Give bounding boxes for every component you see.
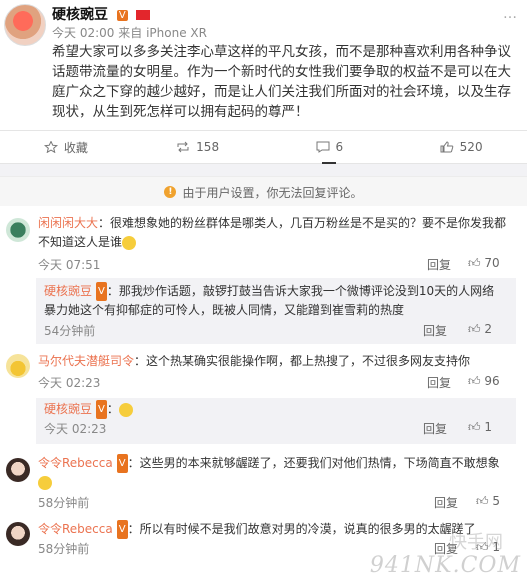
site-watermark: 941NK.COM bbox=[369, 553, 521, 578]
post-source[interactable]: iPhone XR bbox=[146, 26, 207, 40]
laugh-emoji-icon bbox=[38, 475, 52, 490]
thumbs-up-icon bbox=[440, 141, 453, 153]
comment-body: ：所以有时候不是我们故意对男的冷漠，说真的很多男的太龌蹉了 bbox=[127, 522, 476, 536]
comment-list: 闲闲闲大大：很难想象她的粉丝群体是哪类人，几百万粉丝是不是买的？要不是你发我都不… bbox=[0, 206, 527, 582]
commenter-name[interactable]: 令令Rebecca bbox=[38, 522, 113, 536]
repost-icon bbox=[177, 141, 189, 153]
comment-body: ：那我炒作话题，敲锣打鼓当告诉大家我一个微博评论没到10天的人网络暴力她这个有抑… bbox=[44, 284, 495, 317]
reply-button[interactable]: 回复 bbox=[427, 374, 451, 391]
warning-icon: ! bbox=[164, 186, 177, 198]
commenter-name[interactable]: 令令Rebecca bbox=[38, 456, 113, 470]
more-menu-icon[interactable]: … bbox=[503, 6, 517, 22]
repost-button[interactable]: 158 bbox=[132, 131, 264, 163]
thumbs-up-icon: 👍︎ bbox=[468, 374, 481, 388]
reply-button[interactable]: 回复 bbox=[423, 322, 447, 339]
sub-comment-item: 硬核豌豆 V： 今天 02:23 回复 👍︎ 1 bbox=[36, 398, 516, 444]
comment-text: 令令Rebecca V ：这些男的本来就够龌蹉了，还要我们对他们热情，下场简直不敢想… bbox=[38, 454, 508, 492]
action-bar: 收藏 158 6 520 bbox=[0, 130, 527, 164]
comment-like-count: 70 bbox=[484, 256, 500, 270]
commenter-avatar[interactable] bbox=[6, 522, 30, 546]
post-body: 希望大家可以多多关注李心草这样的平凡女孩，而不是那种喜欢利用各种争议话题带流量的… bbox=[52, 44, 511, 120]
thumbs-up-icon: 👍︎ bbox=[468, 322, 481, 336]
comment-time: 今天 02:23 bbox=[44, 422, 107, 436]
smile-emoji-icon bbox=[122, 235, 137, 250]
commenter-name[interactable]: 闲闲闲大大 bbox=[38, 216, 98, 230]
comment-time: 58分钟前 bbox=[38, 496, 90, 510]
comment-like-count: 2 bbox=[484, 322, 493, 336]
comment-icon bbox=[316, 141, 330, 153]
comment-like-count: 1 bbox=[484, 420, 493, 434]
commenter-avatar[interactable] bbox=[6, 458, 30, 482]
comment-time: 今天 07:51 bbox=[38, 258, 101, 272]
comment-time: 54分钟前 bbox=[44, 324, 96, 338]
comment-like-button[interactable]: 👍︎ 5 bbox=[476, 494, 500, 509]
verified-badge-icon: V bbox=[96, 282, 107, 301]
favorite-button[interactable]: 收藏 bbox=[0, 131, 132, 163]
star-icon bbox=[43, 141, 58, 153]
spacer bbox=[0, 164, 527, 176]
notice-text: 由于用户设置，你无法回复评论。 bbox=[182, 185, 363, 200]
verified-badge-icon: V bbox=[116, 520, 128, 539]
author-name-row: 硬核豌豆 V bbox=[52, 4, 150, 24]
repost-count: 158 bbox=[196, 140, 220, 154]
comment-body: ：这个热某确实很能操作啊，都上热搜了，不过很多网友支持你 bbox=[134, 354, 471, 368]
verified-badge-icon: V bbox=[116, 454, 128, 473]
reply-disabled-notice: ! 由于用户设置，你无法回复评论。 bbox=[0, 176, 527, 208]
author-avatar[interactable] bbox=[4, 4, 46, 46]
comment-body: ： bbox=[106, 402, 119, 416]
comment-like-button[interactable]: 👍︎ 70 bbox=[468, 256, 500, 271]
watermark-chinese: 快手网 bbox=[449, 532, 503, 553]
weibo-post: 硬核豌豆 V … 今天 02:00 来自 iPhone XR 希望大家可以多多关… bbox=[0, 0, 527, 130]
comment-body: ：很难想象她的粉丝群体是哪类人，几百万粉丝是不是买的？要不是你发我都不知道这人是… bbox=[38, 216, 507, 249]
comment-like-button[interactable]: 👍︎ 96 bbox=[468, 374, 500, 389]
comment-like-button[interactable]: 👍︎ 1 bbox=[468, 420, 492, 435]
comment-count: 6 bbox=[335, 140, 344, 154]
post-time: 今天 02:00 bbox=[52, 26, 115, 40]
comment-text: 马尔代夫潜艇司令：这个热某确实很能操作啊，都上热搜了，不过很多网友支持你 bbox=[38, 352, 508, 371]
verified-badge-icon: V bbox=[116, 9, 128, 21]
comment-text: 令令Rebecca V ：所以有时候不是我们故意对男的冷漠，说真的很多男的太龌蹉了 bbox=[38, 520, 508, 539]
comment-like-count: 5 bbox=[492, 494, 501, 508]
reply-button[interactable]: 回复 bbox=[427, 256, 451, 273]
commenter-avatar[interactable] bbox=[6, 218, 30, 242]
commenter-name[interactable]: 马尔代夫潜艇司令 bbox=[38, 354, 134, 368]
comment-time: 58分钟前 bbox=[38, 542, 90, 556]
comment-tab[interactable]: 6 bbox=[264, 131, 396, 164]
comment-like-button[interactable]: 👍︎ 2 bbox=[468, 322, 492, 337]
reply-button[interactable]: 回复 bbox=[434, 494, 458, 511]
verified-badge-icon: V bbox=[96, 400, 107, 419]
comment-text: 硬核豌豆 V： bbox=[44, 400, 514, 419]
post-source-prefix: 来自 bbox=[118, 26, 143, 40]
post-meta: 今天 02:00 来自 iPhone XR bbox=[52, 24, 207, 41]
reply-button[interactable]: 回复 bbox=[423, 420, 447, 437]
comment-text: 闲闲闲大大：很难想象她的粉丝群体是哪类人，几百万粉丝是不是买的？要不是你发我都不… bbox=[38, 214, 508, 252]
like-count: 520 bbox=[459, 140, 483, 154]
comment-like-count: 96 bbox=[484, 374, 500, 388]
comment-time: 今天 02:23 bbox=[38, 376, 101, 390]
sub-comment-item: 硬核豌豆 V ：那我炒作话题，敲锣打鼓当告诉大家我一个微博评论没到10天的人网络暴力… bbox=[36, 278, 516, 344]
commenter-name[interactable]: 硬核豌豆 bbox=[44, 402, 92, 416]
commenter-avatar[interactable] bbox=[6, 354, 30, 378]
comment-text: 硬核豌豆 V ：那我炒作话题，敲锣打鼓当告诉大家我一个微博评论没到10天的人网络暴力… bbox=[44, 282, 504, 320]
thumbs-up-icon: 👍︎ bbox=[468, 420, 481, 434]
favorite-label: 收藏 bbox=[63, 140, 88, 155]
author-name[interactable]: 硬核豌豆 bbox=[52, 7, 108, 23]
comment-body: ：这些男的本来就够龌蹉了，还要我们对他们热情，下场简直不敢想象 bbox=[127, 456, 500, 470]
commenter-name[interactable]: 硬核豌豆 bbox=[44, 284, 92, 298]
laugh-emoji-icon bbox=[118, 402, 133, 417]
thumbs-up-icon: 👍︎ bbox=[476, 494, 489, 508]
china-flag-icon bbox=[135, 10, 150, 20]
like-button[interactable]: 520 bbox=[395, 131, 527, 163]
thumbs-up-icon: 👍︎ bbox=[468, 256, 481, 270]
